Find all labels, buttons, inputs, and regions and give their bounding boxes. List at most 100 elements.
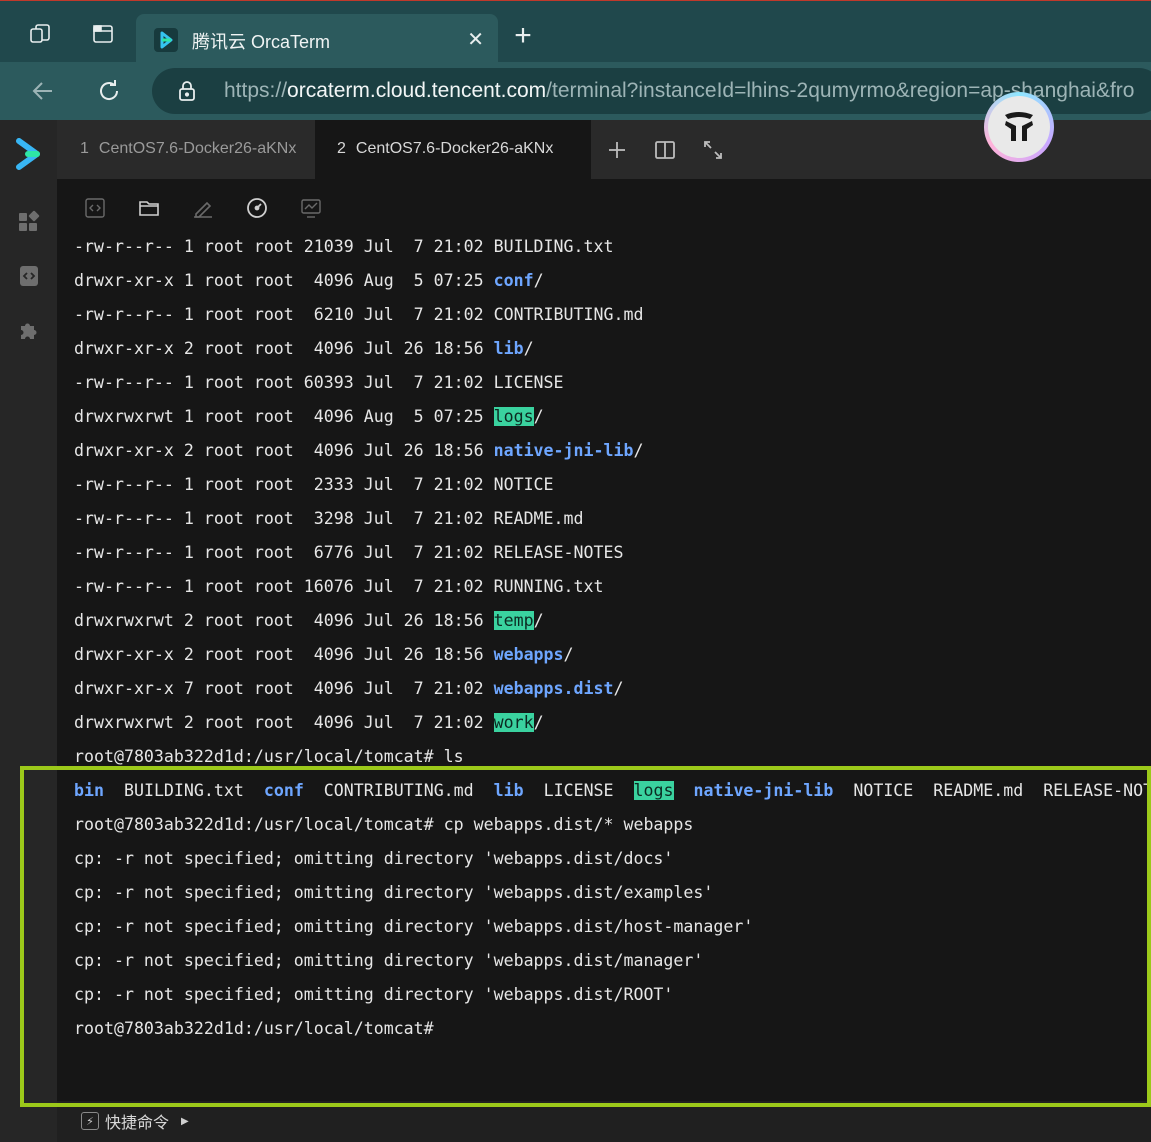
file-metadata: drwxr-xr-x 7 root root 4096 Jul 7 21:02 bbox=[74, 679, 494, 698]
file-name: README.md bbox=[493, 509, 584, 528]
terminal-output[interactable]: -rw-r--r-- 1 root root 21039 Jul 7 21:02… bbox=[57, 237, 1151, 1101]
path-slash: / bbox=[633, 441, 644, 460]
file-metadata: -rw-r--r-- 1 root root 2333 Jul 7 21:02 bbox=[74, 475, 494, 494]
refresh-icon[interactable] bbox=[96, 78, 122, 104]
listing-row: drwxr-xr-x 7 root root 4096 Jul 7 21:02 … bbox=[74, 672, 623, 706]
close-tab-icon[interactable]: ✕ bbox=[467, 27, 484, 52]
address-bar: https://orcaterm.cloud.tencent.com/termi… bbox=[0, 62, 1151, 120]
tab-actions-icon[interactable] bbox=[90, 21, 116, 47]
file-name: LICENSE bbox=[543, 781, 614, 800]
prompt-text: root@7803ab322d1d:/usr/local/tomcat# cp … bbox=[74, 815, 694, 834]
separator bbox=[674, 781, 694, 800]
error-text: cp: -r not specified; omitting directory… bbox=[74, 883, 714, 902]
directory-name: logs bbox=[633, 781, 674, 800]
dashboard-icon[interactable] bbox=[17, 210, 41, 234]
error-text: cp: -r not specified; omitting directory… bbox=[74, 951, 704, 970]
directory-name: conf bbox=[493, 271, 534, 290]
plugin-icon[interactable] bbox=[17, 318, 41, 342]
error-text: cp: -r not specified; omitting directory… bbox=[74, 849, 674, 868]
directory-name: bin bbox=[74, 781, 104, 800]
listing-row: -rw-r--r-- 1 root root 21039 Jul 7 21:02… bbox=[74, 237, 613, 264]
prompt-text: root@7803ab322d1d:/usr/local/tomcat# bbox=[74, 1019, 434, 1038]
lock-icon[interactable] bbox=[176, 80, 198, 107]
fullscreen-icon[interactable] bbox=[701, 138, 725, 162]
error-text: cp: -r not specified; omitting directory… bbox=[74, 985, 674, 1004]
file-name: RUNNING.txt bbox=[493, 577, 604, 596]
separator bbox=[244, 781, 264, 800]
error-line: cp: -r not specified; omitting directory… bbox=[74, 876, 713, 910]
ls-output-line: bin BUILDING.txt conf CONTRIBUTING.md li… bbox=[74, 774, 1151, 808]
browser-tab-strip: 腾讯云 OrcaTerm ✕ + bbox=[0, 0, 1151, 64]
listing-row: drwxrwxrwt 2 root root 4096 Jul 26 18:56… bbox=[74, 604, 544, 638]
command-line: root@7803ab322d1d:/usr/local/tomcat# ls bbox=[74, 740, 464, 774]
workspaces-icon[interactable] bbox=[27, 21, 53, 47]
path-slash: / bbox=[533, 407, 544, 426]
separator bbox=[524, 781, 544, 800]
path-slash: / bbox=[523, 339, 534, 358]
path-slash: / bbox=[533, 271, 544, 290]
terminal-tab-number: 1 bbox=[80, 140, 89, 157]
terminal-tab-label: CentOS7.6-Docker26-aKNx bbox=[98, 140, 297, 157]
directory-name: webapps.dist bbox=[493, 679, 614, 698]
command-line: root@7803ab322d1d:/usr/local/tomcat# bbox=[74, 1012, 434, 1046]
code-file-icon[interactable] bbox=[17, 264, 41, 288]
error-line: cp: -r not specified; omitting directory… bbox=[74, 842, 673, 876]
app-sidebar bbox=[0, 120, 57, 1142]
command-line: root@7803ab322d1d:/usr/local/tomcat# cp … bbox=[74, 808, 693, 842]
browser-tab-orcaterm[interactable]: 腾讯云 OrcaTerm ✕ bbox=[136, 14, 498, 64]
error-line: cp: -r not specified; omitting directory… bbox=[74, 910, 753, 944]
code-icon[interactable] bbox=[83, 196, 107, 220]
separator bbox=[833, 781, 853, 800]
path-slash: / bbox=[563, 645, 574, 664]
directory-name: lib bbox=[493, 781, 524, 800]
file-metadata: drwxr-xr-x 2 root root 4096 Jul 26 18:56 bbox=[74, 645, 494, 664]
file-name: CONTRIBUTING.md bbox=[493, 305, 644, 324]
orcaterm-logo-icon[interactable] bbox=[14, 138, 42, 170]
add-terminal-tab-icon[interactable] bbox=[605, 138, 629, 162]
screen-icon[interactable] bbox=[299, 196, 323, 220]
terminal-tab-2[interactable]: 2 CentOS7.6-Docker26-aKNx bbox=[315, 120, 591, 179]
listing-row: -rw-r--r-- 1 root root 6210 Jul 7 21:02 … bbox=[74, 298, 643, 332]
shortcut-commands-button[interactable]: ⚡ 快捷命令 ▶ bbox=[81, 1109, 189, 1133]
prompt-text: root@7803ab322d1d:/usr/local/tomcat# ls bbox=[74, 747, 464, 766]
listing-row: -rw-r--r-- 1 root root 60393 Jul 7 21:02… bbox=[74, 366, 564, 400]
separator bbox=[913, 781, 933, 800]
separator bbox=[304, 781, 324, 800]
file-name: BUILDING.txt bbox=[493, 237, 614, 256]
url-host: orcaterm.cloud.tencent.com bbox=[287, 79, 547, 102]
terminal-tab-1[interactable]: 1 CentOS7.6-Docker26-aKNx bbox=[57, 120, 315, 179]
listing-row: -rw-r--r-- 1 root root 3298 Jul 7 21:02 … bbox=[74, 502, 584, 536]
listing-row: drwxrwxrwt 2 root root 4096 Jul 7 21:02 … bbox=[74, 706, 544, 740]
separator bbox=[1023, 781, 1043, 800]
file-name: RELEASE-NOTES bbox=[1043, 781, 1151, 800]
back-icon[interactable] bbox=[30, 78, 56, 104]
listing-row: drwxrwxrwt 1 root root 4096 Aug 5 07:25 … bbox=[74, 400, 544, 434]
listing-row: drwxr-xr-x 2 root root 4096 Jul 26 18:56… bbox=[74, 638, 574, 672]
file-name: RELEASE-NOTES bbox=[493, 543, 624, 562]
edit-icon[interactable] bbox=[191, 196, 215, 220]
lightning-icon: ⚡ bbox=[81, 1112, 99, 1130]
assistant-avatar-icon[interactable] bbox=[984, 92, 1054, 162]
error-text: cp: -r not specified; omitting directory… bbox=[74, 917, 754, 936]
split-view-icon[interactable] bbox=[653, 138, 677, 162]
listing-row: -rw-r--r-- 1 root root 6776 Jul 7 21:02 … bbox=[74, 536, 623, 570]
file-metadata: drwxr-xr-x 2 root root 4096 Jul 26 18:56 bbox=[74, 339, 494, 358]
monitor-gauge-icon[interactable] bbox=[245, 196, 269, 220]
error-line: cp: -r not specified; omitting directory… bbox=[74, 944, 703, 978]
folder-icon[interactable] bbox=[137, 196, 161, 220]
orcaterm-favicon-icon bbox=[154, 28, 178, 52]
browser-tab-title: 腾讯云 OrcaTerm bbox=[192, 32, 331, 52]
file-metadata: drwxrwxrwt 1 root root 4096 Aug 5 07:25 bbox=[74, 407, 494, 426]
directory-name: native-jni-lib bbox=[493, 441, 634, 460]
terminal-toolbar bbox=[57, 179, 1151, 237]
shortcut-commands-label: 快捷命令 bbox=[105, 1115, 170, 1132]
error-line: cp: -r not specified; omitting directory… bbox=[74, 978, 673, 1012]
path-slash: / bbox=[613, 679, 624, 698]
terminal-bottom-bar: ⚡ 快捷命令 ▶ bbox=[57, 1101, 1151, 1142]
orcaterm-app: 1 CentOS7.6-Docker26-aKNx 2 CentOS7.6-Dock… bbox=[0, 120, 1151, 1142]
file-metadata: -rw-r--r-- 1 root root 6776 Jul 7 21:02 bbox=[74, 543, 494, 562]
new-tab-button[interactable]: + bbox=[510, 21, 536, 51]
file-metadata: drwxr-xr-x 1 root root 4096 Aug 5 07:25 bbox=[74, 271, 494, 290]
listing-row: drwxr-xr-x 2 root root 4096 Jul 26 18:56… bbox=[74, 434, 643, 468]
file-metadata: -rw-r--r-- 1 root root 60393 Jul 7 21:02 bbox=[74, 373, 494, 392]
